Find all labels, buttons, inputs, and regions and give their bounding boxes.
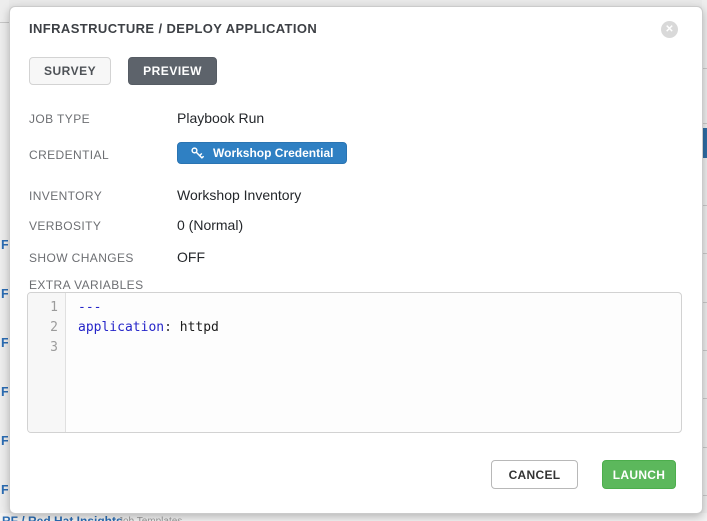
code-line-1: --- bbox=[78, 298, 681, 318]
credential-chip[interactable]: Workshop Credential bbox=[177, 142, 347, 164]
yaml-colon-token: : bbox=[164, 320, 172, 335]
editor-line-number-gutter: 1 2 3 bbox=[28, 293, 66, 432]
background-divider bbox=[0, 22, 9, 23]
background-link-fragment: F bbox=[1, 482, 8, 496]
inventory-label: INVENTORY bbox=[29, 189, 102, 203]
background-link-fragment: F bbox=[1, 286, 8, 300]
tab-preview[interactable]: PREVIEW bbox=[128, 57, 217, 85]
key-icon bbox=[191, 147, 204, 160]
verbosity-value: 0 (Normal) bbox=[177, 217, 243, 233]
background-link-fragment: F bbox=[1, 384, 8, 398]
tab-survey[interactable]: SURVEY bbox=[29, 57, 111, 85]
line-number: 1 bbox=[28, 298, 65, 318]
launch-button[interactable]: LAUNCH bbox=[602, 460, 676, 489]
extra-variables-label: EXTRA VARIABLES bbox=[29, 278, 144, 292]
background-link-fragment: F bbox=[1, 237, 8, 251]
credential-label: CREDENTIAL bbox=[29, 148, 109, 162]
modal-tabs: SURVEY PREVIEW bbox=[29, 57, 217, 85]
page-title: INFRASTRUCTURE / DEPLOY APPLICATION bbox=[29, 21, 317, 36]
yaml-key-token: application bbox=[78, 320, 164, 335]
credential-chip-label: Workshop Credential bbox=[213, 146, 333, 160]
line-number: 2 bbox=[28, 318, 65, 338]
verbosity-label: VERBOSITY bbox=[29, 219, 101, 233]
yaml-value-token: httpd bbox=[172, 320, 219, 335]
yaml-doc-start-token: --- bbox=[78, 300, 101, 315]
background-link-fragment: F bbox=[1, 433, 8, 447]
job-type-value: Playbook Run bbox=[177, 110, 264, 126]
background-link-fragment: RF / Red Hat Insights bbox=[2, 514, 123, 521]
screen: F F F F F F RF / Red Hat Insights Job Te… bbox=[0, 0, 707, 521]
line-number: 3 bbox=[28, 338, 65, 358]
background-link-fragment: F bbox=[1, 335, 8, 349]
deploy-application-modal: INFRASTRUCTURE / DEPLOY APPLICATION ✕ SU… bbox=[9, 6, 703, 514]
background-page-left-strip: F F F F F F bbox=[0, 0, 9, 521]
inventory-value: Workshop Inventory bbox=[177, 187, 301, 203]
show-changes-label: SHOW CHANGES bbox=[29, 251, 134, 265]
extra-variables-editor[interactable]: 1 2 3 --- application: httpd bbox=[27, 292, 682, 433]
background-text-fragment: Job Templates bbox=[118, 516, 182, 521]
code-line-2: application: httpd bbox=[78, 318, 681, 338]
job-type-label: JOB TYPE bbox=[29, 112, 90, 126]
show-changes-value: OFF bbox=[177, 249, 205, 265]
background-page-bottom-strip: RF / Red Hat Insights Job Templates bbox=[0, 513, 707, 521]
code-line-3 bbox=[78, 338, 681, 358]
cancel-button[interactable]: CANCEL bbox=[491, 460, 578, 489]
editor-code-area[interactable]: --- application: httpd bbox=[66, 293, 681, 432]
close-icon[interactable]: ✕ bbox=[661, 21, 678, 38]
